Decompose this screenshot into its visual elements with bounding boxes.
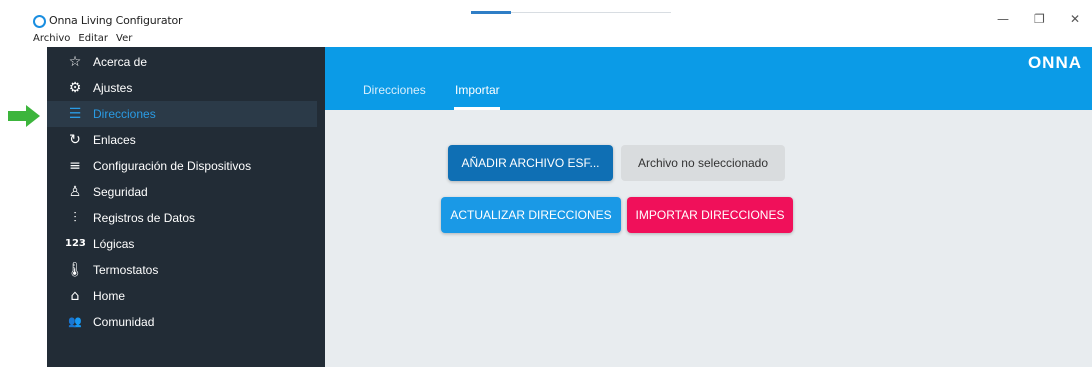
app-logo-icon <box>33 15 46 28</box>
chevron-right-icon[interactable]: › <box>35 291 38 302</box>
alarm-light-icon: ♙ <box>68 184 82 200</box>
refresh-icon: ↻ <box>69 132 81 148</box>
data-chart-icon: ⫶ <box>73 210 77 226</box>
numeric-icon: 123 <box>65 238 86 249</box>
star-outline-icon: ☆ <box>68 54 82 70</box>
sidebar-item-logicas[interactable]: 123 Lógicas <box>47 231 317 257</box>
add-esf-file-button[interactable]: AÑADIR ARCHIVO ESF... <box>448 145 613 181</box>
list-icon: ☰ <box>68 106 82 122</box>
annotation-arrow-icon <box>8 105 40 127</box>
sidebar-item-configuracion-dispositivos[interactable]: ≡ Configuración de Dispositivos <box>47 153 317 179</box>
title-bar: Onna Living Configurator — ❐ ✕ <box>0 0 1092 32</box>
file-status-field: Archivo no seleccionado <box>621 145 785 181</box>
sidebar-item-label: Lógicas <box>93 237 135 251</box>
app-window: Onna Living Configurator — ❐ ✕ Archivo E… <box>0 0 1092 367</box>
sidebar-item-enlaces[interactable]: ↻ Enlaces <box>47 127 317 153</box>
device-config-icon: ≡ <box>69 158 81 174</box>
sidebar-item-acerca-de[interactable]: ☆ Acerca de <box>47 49 317 75</box>
thermometer-icon: 🌡 <box>66 262 84 278</box>
update-addresses-button[interactable]: ACTUALIZAR DIRECCIONES <box>441 197 621 233</box>
sidebar-item-label: Home <box>93 289 126 303</box>
sidebar-item-label: Seguridad <box>93 185 148 199</box>
community-icon: 👥 <box>68 315 82 328</box>
sidebar-item-registros-datos[interactable]: ⫶ Registros de Datos <box>47 205 317 231</box>
sidebar-item-label: Ajustes <box>93 81 133 95</box>
menu-bar: Archivo Editar Ver <box>33 32 132 46</box>
active-tab-indicator <box>454 107 500 110</box>
brand-logo: ONNA <box>1027 53 1082 72</box>
sidebar: ☆ Acerca de ⚙ Ajustes ☰ Direcciones ↻ En… <box>35 47 325 367</box>
menu-ver[interactable]: Ver <box>116 32 132 46</box>
sidebar-item-label: Termostatos <box>93 263 159 277</box>
sidebar-item-label: Enlaces <box>93 133 136 147</box>
tab-importar[interactable]: Importar <box>455 83 500 97</box>
sidebar-item-label: Registros de Datos <box>93 211 196 225</box>
sidebar-item-termostatos[interactable]: 🌡 Termostatos <box>47 257 317 283</box>
sidebar-item-home[interactable]: › ⌂ Home <box>35 283 317 309</box>
home-icon: ⌂ <box>70 288 80 304</box>
header-bar: ONNA Direcciones Importar <box>325 47 1092 110</box>
import-addresses-button[interactable]: IMPORTAR DIRECCIONES <box>627 197 793 233</box>
sidebar-item-seguridad[interactable]: ♙ Seguridad <box>47 179 317 205</box>
sidebar-item-comunidad[interactable]: 👥 Comunidad <box>47 309 317 335</box>
sidebar-item-label: Acerca de <box>93 55 148 69</box>
close-button[interactable]: ✕ <box>1070 12 1080 26</box>
window-title: Onna Living Configurator <box>49 14 183 27</box>
maximize-button[interactable]: ❐ <box>1034 12 1045 26</box>
minimize-button[interactable]: — <box>997 12 1009 26</box>
tab-direcciones[interactable]: Direcciones <box>363 83 426 97</box>
main-content: ONNA Direcciones Importar AÑADIR ARCHIVO… <box>325 47 1092 367</box>
sidebar-item-direcciones[interactable]: ☰ Direcciones <box>47 101 317 127</box>
sidebar-item-label: Comunidad <box>93 315 155 329</box>
loading-indicator <box>471 11 511 14</box>
sidebar-item-ajustes[interactable]: ⚙ Ajustes <box>47 75 317 101</box>
gear-icon: ⚙ <box>68 80 82 96</box>
menu-editar[interactable]: Editar <box>78 32 108 46</box>
sidebar-item-label: Direcciones <box>93 107 156 121</box>
menu-archivo[interactable]: Archivo <box>33 32 70 46</box>
sidebar-item-label: Configuración de Dispositivos <box>93 159 252 173</box>
